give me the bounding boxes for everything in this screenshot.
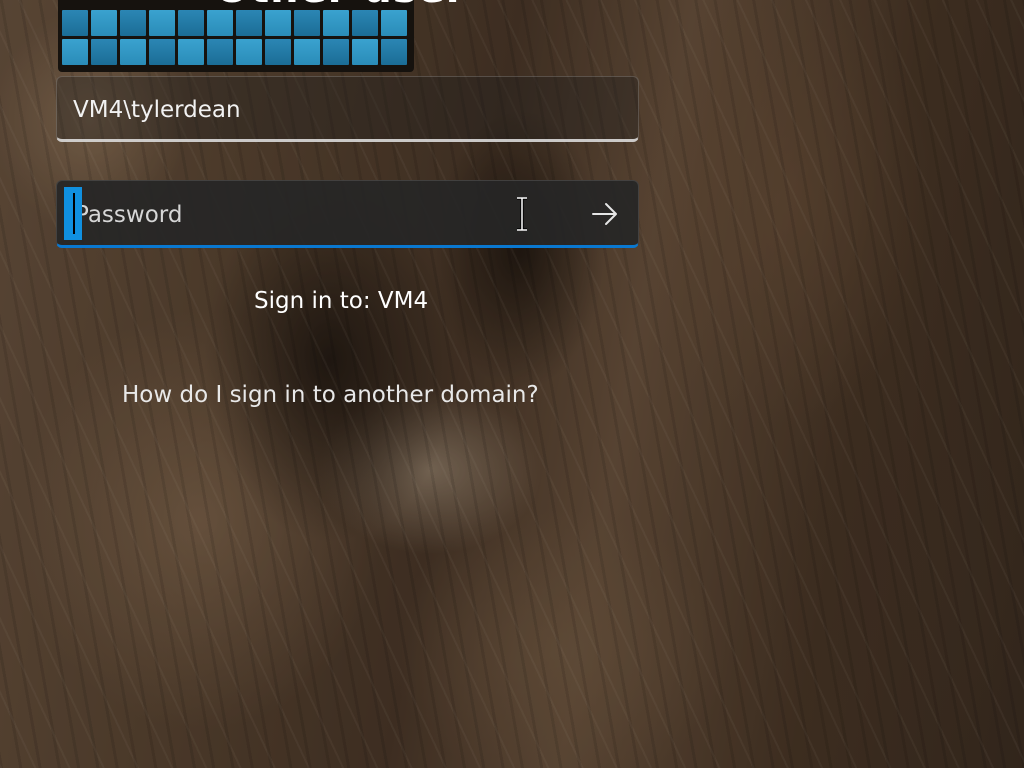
avatar-pattern — [62, 10, 410, 70]
username-field[interactable]: VM4\tylerdean — [56, 76, 639, 142]
domain-help-link[interactable]: How do I sign in to another domain? — [122, 382, 539, 408]
page-title: Other user — [215, 0, 467, 12]
username-value: VM4\tylerdean — [73, 97, 241, 123]
i-beam-cursor-icon — [515, 196, 529, 232]
arrow-right-icon[interactable] — [585, 195, 625, 233]
password-placeholder: Password — [75, 202, 183, 228]
sign-in-target-label: Sign in to: VM4 — [254, 288, 429, 314]
text-caret — [64, 187, 82, 240]
password-field[interactable]: Password — [56, 180, 639, 248]
